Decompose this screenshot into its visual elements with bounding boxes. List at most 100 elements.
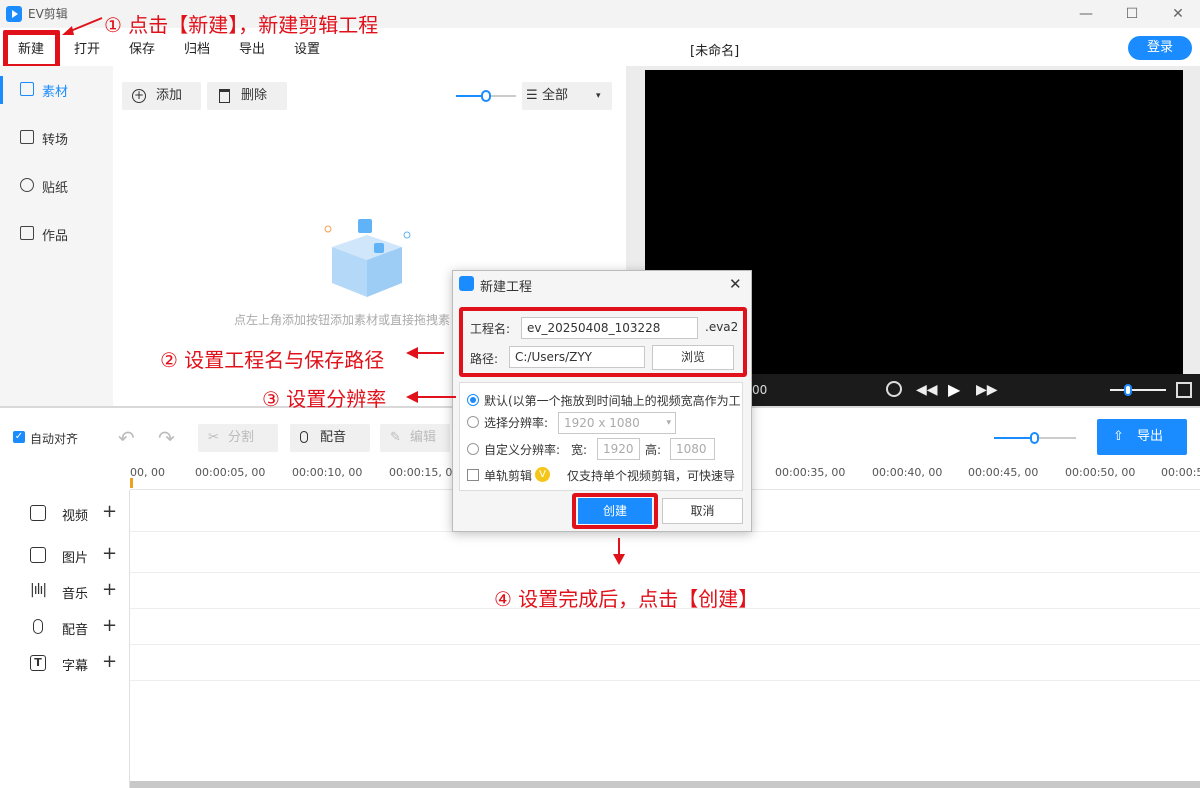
ruler-tick: 00:00:05, 00 [195, 466, 266, 479]
track-row-image[interactable] [130, 537, 1200, 573]
login-button[interactable]: 登录 [1128, 36, 1192, 60]
folder-icon [20, 226, 34, 240]
app-logo-icon [6, 6, 22, 22]
dialog-logo-icon [459, 276, 474, 291]
height-input[interactable]: 1080 [670, 438, 715, 460]
add-video-button[interactable]: + [102, 501, 117, 522]
music-icon: |ılı| [30, 582, 47, 598]
track-label-subtitle: 字幕 [62, 659, 89, 674]
horizontal-scrollbar[interactable] [130, 781, 1200, 788]
track-label-video: 视频 [62, 509, 89, 524]
annotation-step-4: ④ 设置完成后，点击【创建】 [494, 587, 759, 611]
slider-handle[interactable] [1030, 432, 1039, 444]
menu-settings[interactable]: 设置 [294, 38, 320, 57]
export-button[interactable]: ⇧ 导出 [1097, 419, 1187, 455]
maximize-button[interactable]: ☐ [1122, 4, 1142, 24]
undo-icon[interactable]: ↶ [118, 426, 135, 450]
slider-handle[interactable] [481, 90, 491, 102]
redo-icon[interactable]: ↷ [158, 426, 175, 450]
ruler-tick: 00:00:10, 00 [292, 466, 363, 479]
slider-handle[interactable] [1124, 384, 1132, 396]
timeline-zoom-slider[interactable] [994, 432, 1076, 444]
split-label: 分割 [228, 430, 255, 445]
edit-icon: ✎ [390, 430, 401, 445]
menu-export[interactable]: 导出 [239, 38, 265, 57]
ruler-tick: 00:00:40, 00 [872, 466, 943, 479]
delete-button[interactable]: 删除 [207, 82, 287, 110]
fullscreen-icon[interactable] [1176, 382, 1192, 398]
auto-align-label: 自动对齐 [30, 432, 79, 446]
option-default-label: 默认(以第一个拖放到时间轴上的视频宽高作为工 [484, 394, 740, 408]
track-row-dub[interactable] [130, 609, 1200, 645]
menu-open[interactable]: 打开 [74, 38, 100, 57]
menu-archive[interactable]: 归档 [184, 38, 210, 57]
width-input[interactable]: 1920 [597, 438, 640, 460]
filter-select[interactable]: ☰ 全部 ▾ [522, 82, 612, 110]
arrow-step-4 [613, 538, 625, 565]
delete-label: 删除 [241, 88, 268, 103]
sidebar-item-label: 素材 [42, 85, 69, 100]
highlight-box-name-path [459, 307, 747, 377]
play-icon[interactable]: ▶ [948, 380, 960, 399]
radio-choose[interactable] [467, 416, 479, 428]
sidebar-item-sticker[interactable]: 贴纸 [0, 162, 113, 210]
track-label-music: 音乐 [62, 587, 89, 602]
auto-align-checkbox[interactable]: ✓ [13, 431, 25, 443]
radio-custom[interactable] [467, 443, 479, 455]
ruler-tick: 00:00:50, 00 [1065, 466, 1136, 479]
ruler-tick: 00:00:45, 00 [968, 466, 1039, 479]
option-custom-label: 自定义分辨率: [484, 443, 561, 457]
mic-icon [33, 619, 43, 634]
scissors-icon: ✂ [208, 430, 219, 445]
add-image-button[interactable]: + [102, 543, 117, 564]
track-label-dub: 配音 [62, 623, 89, 638]
width-label: 宽: [571, 443, 588, 457]
edit-button[interactable]: ✎ 编辑 [380, 424, 450, 452]
dub-button[interactable]: 配音 [290, 424, 370, 452]
minimize-button[interactable]: — [1076, 4, 1096, 24]
cancel-button[interactable]: 取消 [662, 498, 743, 524]
replay-icon[interactable] [886, 381, 902, 397]
single-track-checkbox[interactable] [467, 469, 479, 481]
sidebar-item-transition[interactable]: 转场 [0, 114, 113, 162]
ruler-tick: 00:00:35, 00 [775, 466, 846, 479]
track-headers [0, 490, 130, 788]
sidebar-item-media[interactable]: 素材 [0, 66, 113, 114]
rewind-icon[interactable]: ◀◀ [916, 382, 938, 398]
playhead[interactable] [130, 478, 133, 488]
resolution-select[interactable]: 1920 x 1080 ▾ [558, 412, 676, 434]
sticker-icon [20, 178, 34, 192]
highlight-box-new [3, 30, 60, 69]
add-button[interactable]: + 添加 [122, 82, 201, 110]
arrow-step-3 [406, 391, 456, 403]
ruler-tick: 00, 00 [130, 466, 165, 479]
highlight-box-create [572, 493, 658, 529]
empty-box-illustration [324, 219, 411, 297]
sidebar-item-label: 贴纸 [42, 181, 69, 196]
trash-icon [219, 89, 230, 103]
split-button[interactable]: ✂ 分割 [198, 424, 278, 452]
volume-slider[interactable] [1110, 384, 1166, 396]
track-label-image: 图片 [62, 551, 89, 566]
fast-forward-icon[interactable]: ▶▶ [976, 382, 998, 398]
zoom-slider[interactable] [456, 90, 516, 102]
add-label: 添加 [156, 88, 183, 103]
add-subtitle-button[interactable]: + [102, 651, 117, 672]
dialog-close-button[interactable]: ✕ [729, 275, 742, 293]
add-music-button[interactable]: + [102, 579, 117, 600]
menu-save[interactable]: 保存 [129, 38, 155, 57]
grid-icon [20, 82, 34, 96]
upload-icon: ⇧ [1113, 429, 1124, 444]
edit-label: 编辑 [410, 430, 437, 445]
arrow-step-2 [406, 347, 444, 359]
sidebar-item-works[interactable]: 作品 [0, 210, 113, 258]
vip-badge-icon: V [535, 467, 550, 482]
add-dub-button[interactable]: + [102, 615, 117, 636]
single-track-label: 单轨剪辑 [484, 469, 533, 483]
single-track-note: 仅支持单个视频剪辑，可快速导 [567, 469, 736, 483]
track-row-subtitle[interactable] [130, 645, 1200, 681]
video-icon [30, 505, 46, 521]
radio-default[interactable] [467, 394, 479, 406]
close-window-button[interactable]: ✕ [1168, 4, 1188, 24]
sidebar-item-label: 作品 [42, 229, 69, 244]
